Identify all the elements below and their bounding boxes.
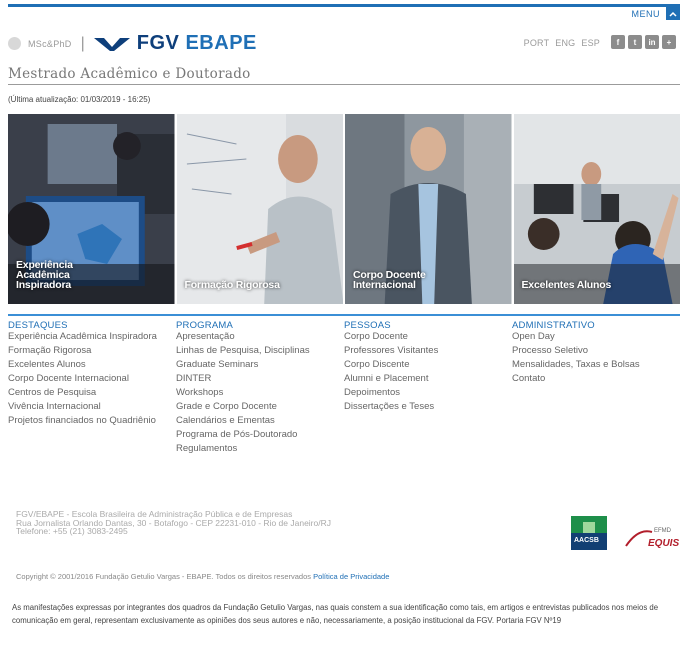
nav-column-destaques: DESTAQUES Experiência Acadêmica Inspirad…: [8, 321, 176, 458]
nav-column-programa: PROGRAMA Apresentação Linhas de Pesquisa…: [176, 321, 344, 458]
gallery-caption: Excelentes Alunos: [521, 279, 612, 291]
gallery-tile-formacao[interactable]: Formação Rigorosa: [176, 114, 343, 304]
lang-eng[interactable]: ENG: [555, 38, 575, 48]
nav-heading[interactable]: DESTAQUES: [8, 321, 176, 331]
nav-link[interactable]: Centros de Pesquisa: [8, 388, 176, 398]
nav-link[interactable]: Corpo Docente Internacional: [8, 374, 176, 384]
aacsb-logo[interactable]: AACSB: [571, 516, 607, 550]
nav-link[interactable]: DINTER: [176, 374, 344, 384]
nav-link[interactable]: Experiência Acadêmica Inspiradora: [8, 332, 176, 342]
menu-toggle[interactable]: MENU: [632, 7, 680, 20]
fgv-logo-icon: [93, 36, 130, 52]
page-title: Mestrado Acadêmico e Doutorado: [8, 66, 251, 82]
section-divider: [8, 314, 680, 316]
menu-label: MENU: [631, 8, 660, 19]
nav-link[interactable]: Formação Rigorosa: [8, 346, 176, 356]
brand[interactable]: MSc&PhD | FGV EBAPE: [8, 32, 257, 55]
lang-port[interactable]: PORT: [524, 38, 550, 48]
title-divider: [8, 84, 680, 85]
equis-logo[interactable]: EFMD EQUIS: [624, 524, 680, 554]
top-accent-line: [8, 4, 680, 7]
nav-link[interactable]: Professores Visitantes: [344, 346, 512, 356]
nav-link[interactable]: Apresentação: [176, 332, 344, 342]
chevron-up-icon[interactable]: [666, 7, 680, 20]
nav-link[interactable]: Grade e Corpo Docente: [176, 402, 344, 412]
program-label: MSc&PhD: [28, 38, 72, 49]
gallery-caption: Formação Rigorosa: [184, 279, 280, 291]
facebook-icon[interactable]: f: [611, 35, 625, 49]
language-switcher: PORT ENG ESP: [524, 38, 600, 48]
nav-heading[interactable]: PESSOAS: [344, 321, 512, 331]
nav-column-administrativo: ADMINISTRATIVO Open Day Processo Seletiv…: [512, 321, 680, 458]
feature-gallery: Experiência Acadêmica Inspiradora Formaç…: [8, 114, 680, 304]
institution-address: FGV/EBAPE - Escola Brasileira de Adminis…: [16, 510, 331, 536]
nav-link[interactable]: Corpo Docente: [344, 332, 512, 342]
nav-link[interactable]: Regulamentos: [176, 444, 344, 454]
gallery-caption: Corpo Docente Internacional: [353, 269, 426, 291]
nav-column-pessoas: PESSOAS Corpo Docente Professores Visita…: [344, 321, 512, 458]
program-badge-icon: [8, 37, 21, 50]
lang-esp[interactable]: ESP: [581, 38, 600, 48]
nav-heading[interactable]: ADMINISTRATIVO: [512, 321, 680, 331]
privacy-link[interactable]: Política de Privacidade: [313, 572, 389, 581]
efmd-label: EFMD: [654, 528, 671, 534]
gallery-tile-corpo-docente[interactable]: Corpo Docente Internacional: [345, 114, 512, 304]
fgv-ebape-logo[interactable]: FGV EBAPE: [137, 32, 257, 55]
gallery-tile-alunos[interactable]: Excelentes Alunos: [513, 114, 680, 304]
gallery-tile-experiencia[interactable]: Experiência Acadêmica Inspiradora: [8, 114, 175, 304]
nav-link[interactable]: Contato: [512, 374, 680, 384]
nav-link[interactable]: Dissertações e Teses: [344, 402, 512, 412]
twitter-icon[interactable]: t: [628, 35, 642, 49]
nav-link[interactable]: Depoimentos: [344, 388, 512, 398]
linkedin-icon[interactable]: in: [645, 35, 659, 49]
disclaimer: As manifestações expressas por integrant…: [12, 603, 659, 625]
footer-nav: DESTAQUES Experiência Acadêmica Inspirad…: [8, 321, 680, 458]
nav-link[interactable]: Calendários e Ementas: [176, 416, 344, 426]
nav-link[interactable]: Alumni e Placement: [344, 374, 512, 384]
aacsb-label: AACSB: [574, 537, 599, 544]
nav-link[interactable]: Processo Seletivo: [512, 346, 680, 356]
social-links: f t in +: [611, 35, 676, 49]
lecturer-photo: [176, 114, 343, 304]
site-header: MSc&PhD | FGV EBAPE PORT ENG ESP f t in …: [8, 26, 680, 64]
nav-link[interactable]: Vivência Internacional: [8, 402, 176, 412]
nav-link[interactable]: Workshops: [176, 388, 344, 398]
equis-label: EQUIS: [648, 538, 680, 549]
gallery-caption: Experiência Acadêmica Inspiradora: [16, 259, 73, 291]
logo-ebape: EBAPE: [185, 32, 257, 54]
copyright-text: Copyright © 2001/2016 Fundação Getulio V…: [16, 572, 311, 581]
nav-link[interactable]: Linhas de Pesquisa, Disciplinas: [176, 346, 344, 356]
logo-fgv: FGV: [136, 32, 180, 54]
last-updated: (Última atualização: 01/03/2019 - 16:25): [8, 95, 151, 104]
address-line: Telefone: +55 (21) 3083-2495: [16, 526, 128, 536]
copyright: Copyright © 2001/2016 Fundação Getulio V…: [16, 572, 389, 581]
students-photo: [513, 114, 680, 304]
nav-heading[interactable]: PROGRAMA: [176, 321, 344, 331]
nav-link[interactable]: Programa de Pós-Doutorado: [176, 430, 344, 440]
nav-link[interactable]: Excelentes Alunos: [8, 360, 176, 370]
nav-link[interactable]: Projetos financiados no Quadriênio: [8, 416, 176, 426]
share-icon[interactable]: +: [662, 35, 676, 49]
nav-link[interactable]: Mensalidades, Taxas e Bolsas: [512, 360, 680, 370]
nav-link[interactable]: Open Day: [512, 332, 680, 342]
brand-separator: |: [80, 34, 85, 52]
nav-link[interactable]: Corpo Discente: [344, 360, 512, 370]
nav-link[interactable]: Graduate Seminars: [176, 360, 344, 370]
